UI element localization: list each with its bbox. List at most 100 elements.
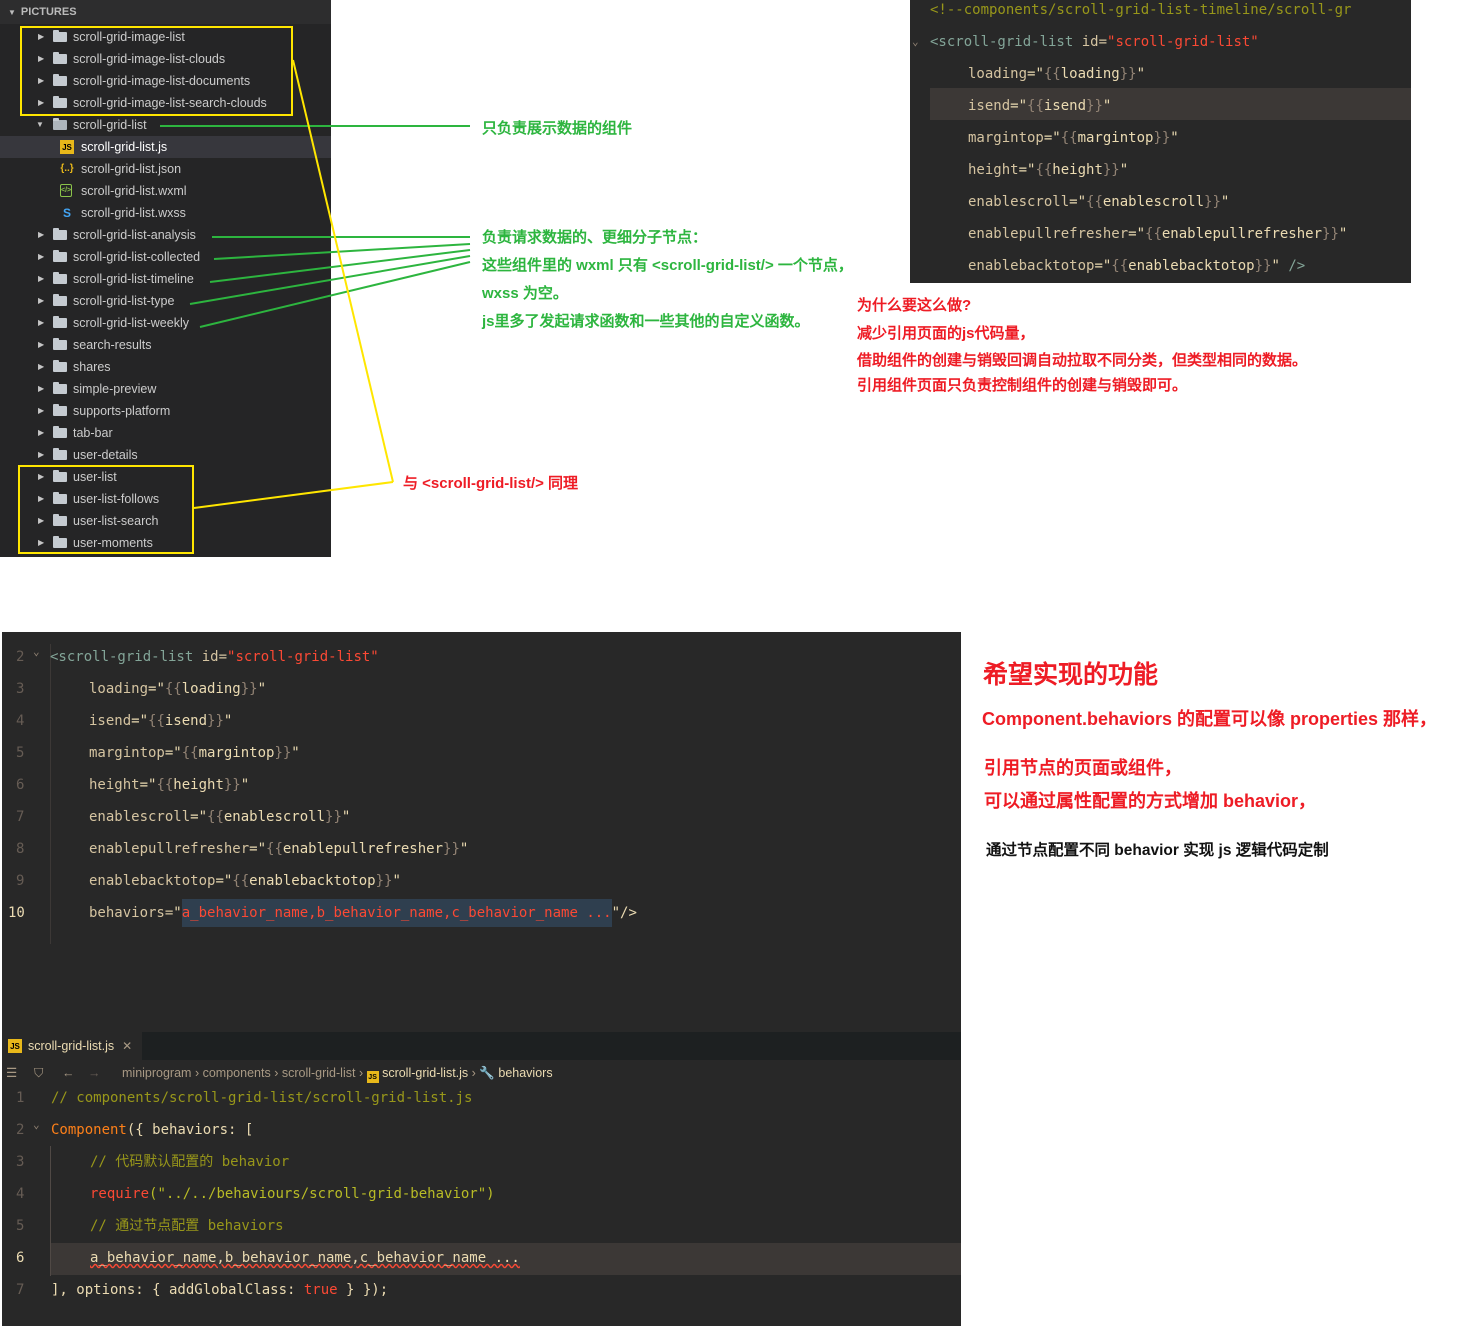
attr-name: enablepullrefresher bbox=[89, 841, 250, 857]
tree-item-label: tab-bar bbox=[73, 426, 113, 440]
tree-folder[interactable]: ▶ scroll-grid-list-analysis bbox=[0, 224, 331, 246]
attr-name: isend bbox=[968, 98, 1011, 114]
attr-value: loading bbox=[181, 681, 241, 697]
attr-quote: " bbox=[1136, 66, 1146, 82]
wxml-editor: 2 3 4 5 6 7 8 9 10 ⌄ <scroll-grid-list id="scroll-… bbox=[2, 632, 961, 1032]
tab-scroll-grid-list-js[interactable]: JS scroll-grid-list.js ✕ bbox=[2, 1032, 143, 1060]
code-panel-timeline-wxml: <!--components/scroll-grid-list-timeline… bbox=[910, 0, 1411, 283]
annotation-request-2: 这些组件里的 wxml 只有 <scroll-grid-list/> 一个节点， bbox=[482, 257, 853, 274]
line-number: 2 bbox=[16, 649, 25, 665]
tree-folder[interactable]: ▶ scroll-grid-list-collected bbox=[0, 246, 331, 268]
chevron-right-icon[interactable]: ▶ bbox=[38, 246, 44, 268]
editor-tab-bar: JS scroll-grid-list.js ✕ bbox=[2, 1032, 961, 1060]
explorer-section-header[interactable]: ▼ PICTURES bbox=[0, 0, 331, 24]
attr-brace: }} bbox=[1204, 194, 1221, 210]
folder-icon bbox=[53, 272, 67, 284]
attr-quote: " bbox=[1271, 258, 1280, 274]
chevron-right-icon[interactable]: ▶ bbox=[38, 356, 44, 378]
attr-brace: }} bbox=[1086, 98, 1103, 114]
line-number: 5 bbox=[16, 745, 25, 761]
js-file-icon: JS bbox=[8, 1039, 22, 1053]
tree-folder[interactable]: ▶ search-results bbox=[0, 334, 331, 356]
tree-item-label: scroll-grid-list.wxss bbox=[81, 206, 186, 220]
annotation-goal-1: Component.behaviors 的配置可以像 properties 那样… bbox=[982, 709, 1438, 729]
breadcrumb-item[interactable]: scroll-grid-list bbox=[282, 1066, 356, 1080]
attr-brace: {{ bbox=[1027, 98, 1044, 114]
fold-chevron-icon[interactable]: ⌄ bbox=[33, 636, 40, 668]
code-line-attr: enablescroll="{{enablescroll}}" bbox=[89, 809, 351, 825]
tree-folder[interactable]: ▶ scroll-grid-list-weekly bbox=[0, 312, 331, 334]
attr-eq: =" bbox=[1094, 258, 1112, 274]
tree-folder[interactable]: ▶ tab-bar bbox=[0, 422, 331, 444]
js-editor: 1 2 3 4 5 6 7 ⌄ // components/scroll-grid-list/s… bbox=[2, 1086, 961, 1326]
attr-brace: {{ bbox=[1111, 258, 1129, 274]
breadcrumb-item[interactable]: miniprogram bbox=[122, 1066, 191, 1080]
attr-brace: }} bbox=[1119, 66, 1137, 82]
close-icon[interactable]: ✕ bbox=[122, 1032, 132, 1060]
chevron-right-icon[interactable]: ▶ bbox=[38, 290, 44, 312]
breadcrumb-item[interactable]: scroll-grid-list.js bbox=[382, 1066, 468, 1080]
fold-chevron-icon[interactable]: ⌄ bbox=[33, 1109, 40, 1141]
chevron-right-icon[interactable]: ▶ bbox=[38, 334, 44, 356]
annotation-request-4: js里多了发起请求函数和一些其他的自定义函数。 bbox=[482, 313, 810, 330]
code-line-attr: margintop="{{margintop}}" bbox=[89, 745, 300, 761]
tree-file[interactable]: {..} scroll-grid-list.json bbox=[0, 158, 331, 180]
chevron-right-icon[interactable]: ▶ bbox=[38, 378, 44, 400]
tree-folder[interactable]: ▶ supports-platform bbox=[0, 400, 331, 422]
tree-file[interactable]: Sscroll-grid-list.wxss bbox=[0, 202, 331, 224]
code-line-behaviors: a_behavior_name,b_behavior_name,c_behavi… bbox=[90, 1250, 520, 1266]
tree-folder[interactable]: ▶ simple-preview bbox=[0, 378, 331, 400]
highlight-box-image-lists bbox=[20, 26, 293, 116]
wrench-icon: 🔧 bbox=[479, 1066, 495, 1080]
breadcrumb-item[interactable]: behaviors bbox=[498, 1066, 552, 1080]
chevron-right-icon[interactable]: ▶ bbox=[38, 422, 44, 444]
js-file-icon: JS bbox=[60, 140, 74, 154]
code-line-comment: <!--components/scroll-grid-list-timeline… bbox=[930, 2, 1352, 18]
attr-name: margintop bbox=[89, 745, 165, 761]
chevron-down-icon[interactable]: ▼ bbox=[36, 114, 44, 136]
tree-file[interactable]: JS scroll-grid-list.js bbox=[0, 136, 331, 158]
breadcrumb-item[interactable]: components bbox=[203, 1066, 271, 1080]
folder-icon bbox=[53, 338, 67, 350]
explorer-section-title: PICTURES bbox=[20, 6, 77, 18]
line-number: 6 bbox=[16, 777, 25, 793]
folder-icon bbox=[53, 448, 67, 460]
code-line-attr: enablebacktotop="{{enablebacktotop}}" bbox=[89, 873, 401, 889]
tree-folder[interactable]: ▶ shares bbox=[0, 356, 331, 378]
bookmark-icon[interactable]: ⛉ bbox=[34, 1060, 43, 1086]
attr-value: loading bbox=[1060, 66, 1120, 82]
chevron-right-icon[interactable]: ▶ bbox=[38, 312, 44, 334]
attr-brace: }} bbox=[1254, 258, 1272, 274]
attr-value: height bbox=[1052, 162, 1103, 178]
attr-value: enablescroll bbox=[223, 809, 326, 825]
chevron-right-icon[interactable]: ▶ bbox=[38, 224, 44, 246]
tree-folder[interactable]: ▶ scroll-grid-list-timeline bbox=[0, 268, 331, 290]
annotation-why-3: 借助组件的创建与销毁回调自动拉取不同分类，但类型相同的数据。 bbox=[857, 352, 1308, 369]
tree-item-label: scroll-grid-list-type bbox=[73, 294, 175, 308]
fold-chevron-icon[interactable]: ⌄ bbox=[912, 26, 919, 58]
tree-folder[interactable]: ▶ user-details bbox=[0, 444, 331, 466]
attr-name: loading bbox=[968, 66, 1028, 82]
folder-icon bbox=[53, 250, 67, 262]
attr-name: margintop bbox=[968, 130, 1044, 146]
attr-brace: }} bbox=[1322, 226, 1339, 242]
attr-name: loading bbox=[89, 681, 149, 697]
annotation-request-1: 负责请求数据的、更细分子节点： bbox=[482, 229, 708, 246]
line-number: 9 bbox=[16, 873, 25, 889]
folder-icon bbox=[53, 228, 67, 240]
tree-folder[interactable]: ▶ scroll-grid-list-type bbox=[0, 290, 331, 312]
line-number: 10 bbox=[8, 905, 25, 921]
code-line-behaviors: behaviors="a_behavior_name,b_behavior_na… bbox=[89, 897, 637, 929]
line-number: 2 bbox=[16, 1122, 25, 1138]
code-line-attr: enablebacktotop="{{enablebacktotop}}" /> bbox=[968, 250, 1305, 282]
tree-folder[interactable]: ▼ scroll-grid-list bbox=[0, 114, 331, 136]
chevron-right-icon[interactable]: ▶ bbox=[38, 400, 44, 422]
line-number: 3 bbox=[16, 681, 25, 697]
chevron-right-icon[interactable]: ▶ bbox=[38, 268, 44, 290]
tree-file[interactable]: </> scroll-grid-list.wxml bbox=[0, 180, 331, 202]
tree-item-label: scroll-grid-list-timeline bbox=[73, 272, 194, 286]
chevron-right-icon[interactable]: ▶ bbox=[38, 444, 44, 466]
code-line-component: Component({ behaviors: [ bbox=[51, 1122, 254, 1138]
attr-brace: }} bbox=[1153, 130, 1171, 146]
attr-brace: {{ bbox=[1086, 194, 1103, 210]
